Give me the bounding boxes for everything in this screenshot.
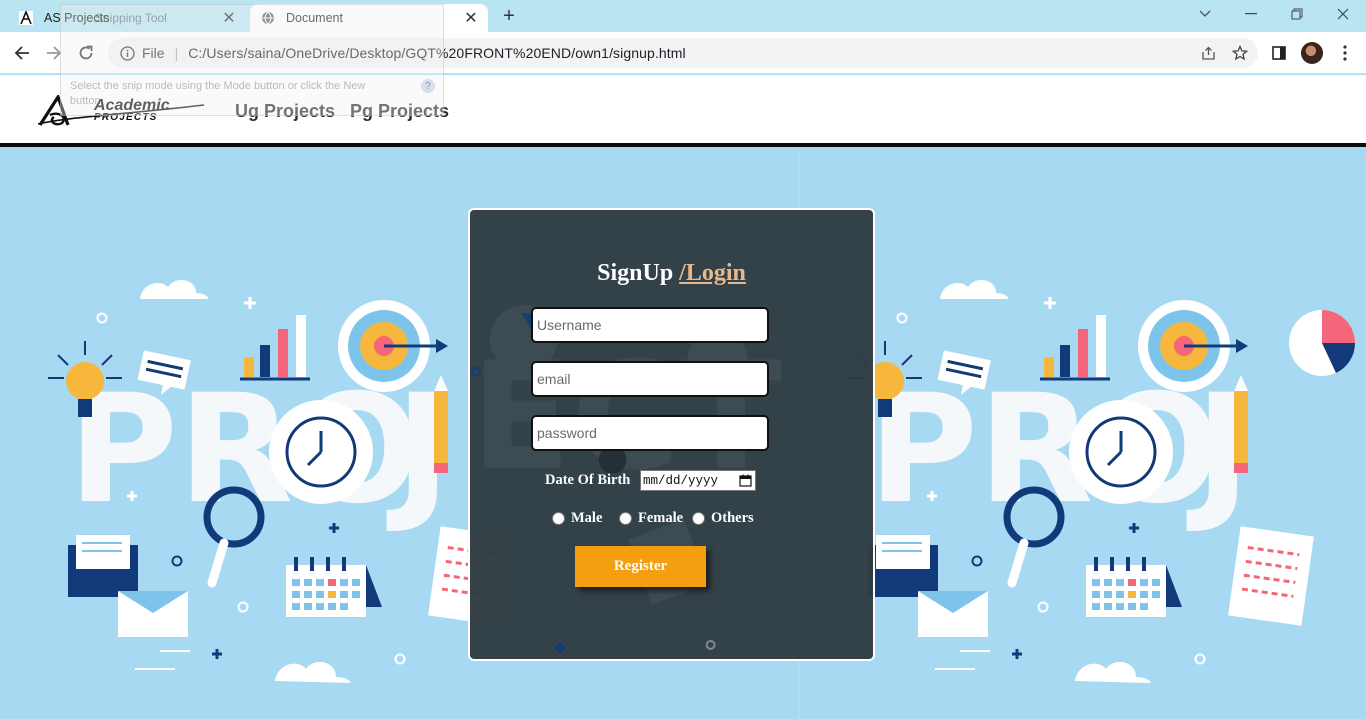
side-panel-icon[interactable] [1266, 40, 1292, 66]
signup-card: ECT SignUp /Login Date Of Birth mm/dd/yy… [468, 208, 875, 661]
register-button[interactable]: Register [575, 546, 706, 587]
dob-label: Date Of Birth [545, 472, 631, 488]
chevron-down-icon[interactable] [1182, 0, 1228, 28]
password-input[interactable] [531, 415, 769, 451]
dob-placeholder: mm/dd/yyyy [643, 473, 719, 488]
tab-title: AS Projects [44, 11, 110, 25]
dob-date-input[interactable]: mm/dd/yyyy [640, 470, 756, 491]
gender-option-male[interactable]: Male [552, 510, 602, 527]
address-bar[interactable]: File | C:/Users/saina/OneDrive/Desktop/G… [108, 38, 1258, 68]
gender-label: Male [571, 510, 603, 526]
tab-title: Document [286, 11, 343, 25]
calendar-icon[interactable] [739, 474, 752, 487]
gender-label: Others [711, 510, 754, 526]
browser-tabstrip: AS Projects ✕ Document ✕ + [0, 0, 1366, 32]
tab-as-projects[interactable]: AS Projects ✕ [8, 4, 246, 32]
share-icon[interactable] [1194, 38, 1222, 68]
gender-option-female[interactable]: Female [619, 510, 683, 527]
reload-icon[interactable] [73, 40, 99, 66]
profile-avatar[interactable] [1299, 40, 1325, 66]
star-icon[interactable] [1226, 38, 1254, 68]
tab-document[interactable]: Document ✕ [250, 4, 488, 32]
gender-label: Female [638, 510, 684, 526]
scheme-label: File [142, 45, 165, 61]
login-link[interactable]: /Login [679, 260, 746, 286]
signup-heading: SignUp /Login [470, 260, 873, 287]
url-text[interactable]: C:/Users/saina/OneDrive/Desktop/GQT%20FR… [188, 45, 686, 61]
gender-option-others[interactable]: Others [692, 510, 754, 527]
site-header: Academic PROJECTS Ug Projects Pg Project… [0, 75, 1366, 147]
radio-others[interactable] [692, 512, 705, 525]
signup-title: SignUp [597, 260, 680, 286]
scheme-divider: | [174, 45, 179, 61]
email-input[interactable] [531, 361, 769, 397]
browser-toolbar: File | C:/Users/saina/OneDrive/Desktop/G… [0, 32, 1366, 74]
nav-ug-projects[interactable]: Ug Projects [235, 101, 335, 122]
logo-text-bottom: PROJECTS [94, 112, 158, 123]
info-icon[interactable] [119, 45, 135, 61]
username-input[interactable] [531, 307, 769, 343]
close-icon[interactable]: ✕ [218, 7, 240, 29]
minimize-icon[interactable] [1228, 0, 1274, 28]
radio-male[interactable] [552, 512, 565, 525]
plus-icon[interactable]: + [498, 5, 520, 27]
academic-projects-logo[interactable]: Academic PROJECTS [37, 93, 208, 127]
radio-female[interactable] [619, 512, 632, 525]
globe-icon [260, 10, 276, 26]
restore-icon[interactable] [1274, 0, 1320, 28]
forward-arrow-icon[interactable] [41, 40, 67, 66]
close-window-icon[interactable] [1320, 0, 1366, 28]
academic-logo-icon [18, 10, 34, 26]
kebab-menu-icon[interactable] [1332, 40, 1358, 66]
close-icon[interactable]: ✕ [460, 7, 482, 29]
back-arrow-icon[interactable] [9, 40, 35, 66]
nav-pg-projects[interactable]: Pg Projects [350, 101, 449, 122]
